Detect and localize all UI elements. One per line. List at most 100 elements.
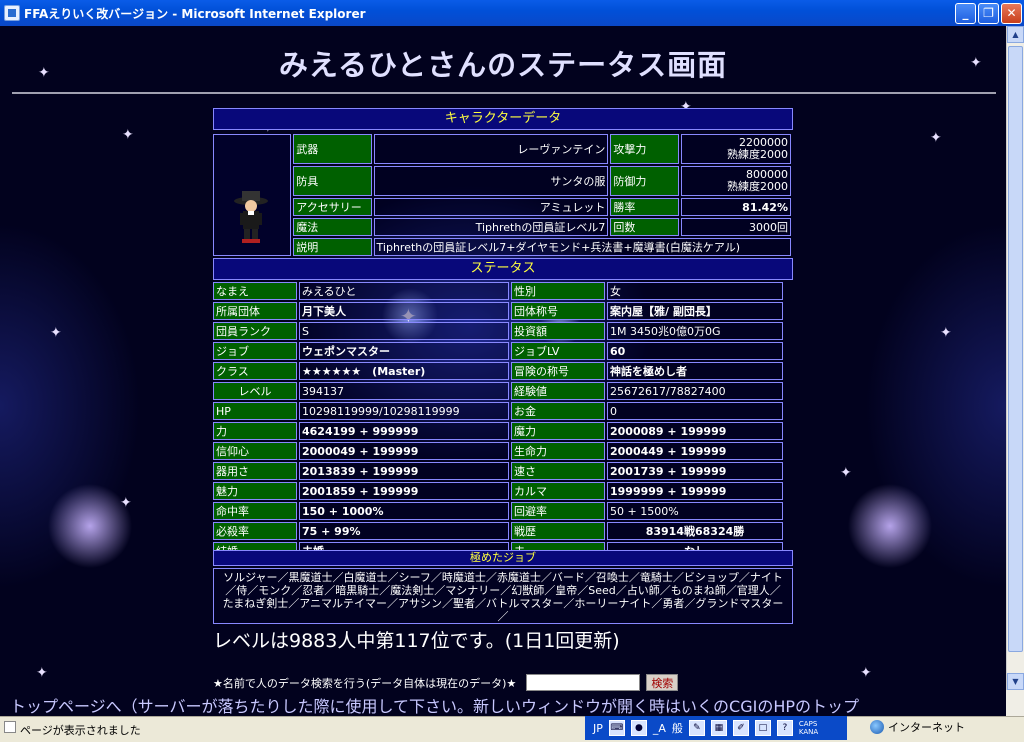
status-row: 団員ランク S 投資額 1M 3450兆0億0万0G xyxy=(213,322,783,340)
character-data-table: 武器 レーヴァンテイン 攻撃力 2200000 熟練度2000 防具 サンタの服… xyxy=(211,132,793,258)
status-label-left: 力 xyxy=(213,422,297,440)
status-label-right: 回避率 xyxy=(511,502,605,520)
status-label-left: 器用さ xyxy=(213,462,297,480)
status-label-right: 速さ xyxy=(511,462,605,480)
language-indicator[interactable]: JP xyxy=(593,722,603,735)
attack-label: 攻撃力 xyxy=(610,134,679,164)
armor-label: 防具 xyxy=(293,166,372,196)
weapon-value: レーヴァンテイン xyxy=(373,134,609,164)
page-done-icon xyxy=(4,720,16,733)
search-label: ★名前で人のデータ検索を行う(データ自体は現在のデータ)★ xyxy=(213,676,517,690)
scroll-thumb[interactable] xyxy=(1008,46,1023,652)
status-value-left: 394137 xyxy=(299,382,509,400)
avatar-cell xyxy=(213,134,292,256)
status-value-right: 1999999 + 199999 xyxy=(607,482,783,500)
status-label-right: 投資額 xyxy=(511,322,605,340)
star-decoration: ✦ xyxy=(860,665,872,681)
winrate-label: 勝率 xyxy=(610,198,679,216)
close-button[interactable]: ✕ xyxy=(1001,2,1022,24)
status-label-right: 経験値 xyxy=(511,382,605,400)
security-zone: インターネット xyxy=(870,719,965,735)
status-row: 信仰心 2000049 + 199999 生命力 2000449 + 199999 xyxy=(213,442,783,460)
count-value: 3000回 xyxy=(680,218,791,236)
status-row: クラス ★★★★★★ (Master) 冒険の称号 神話を極めし者 xyxy=(213,362,783,380)
minimize-button[interactable]: _ xyxy=(955,2,976,24)
caps-kana-indicator: CAPS KANA xyxy=(799,720,818,736)
ime-help-icon[interactable]: ? xyxy=(776,720,793,736)
ime-pad-icon[interactable]: ▦ xyxy=(710,720,727,736)
mastered-jobs-header: 極めたジョブ xyxy=(213,550,793,566)
ime-tool-icon[interactable]: ✎ xyxy=(688,720,705,736)
status-label-left: なまえ xyxy=(213,282,297,300)
keyboard-icon[interactable]: ⌨ xyxy=(608,720,625,736)
status-value-left: ウェポンマスター xyxy=(299,342,509,360)
status-value-left: 2000049 + 199999 xyxy=(299,442,509,460)
zone-label: インターネット xyxy=(888,721,965,734)
status-value-left: みえるひと xyxy=(299,282,509,300)
scroll-down-icon[interactable]: ▼ xyxy=(1007,673,1024,690)
star-decoration: ✦ xyxy=(840,465,852,481)
star-decoration: ✦ xyxy=(930,130,942,146)
status-row: 命中率 150 + 1000% 回避率 50 + 1500% xyxy=(213,502,783,520)
status-label-right: 団体称号 xyxy=(511,302,605,320)
status-value-left: 4624199 + 999999 xyxy=(299,422,509,440)
status-label-left: 所属団体 xyxy=(213,302,297,320)
ranking-text: レベルは9883人中第117位です。(1日1回更新) xyxy=(213,630,620,652)
star-decoration: ✦ xyxy=(940,325,952,341)
status-value-right: 案内屋【雅/ 副団長】 xyxy=(607,302,783,320)
character-data-header: キャラクターデータ xyxy=(213,108,793,130)
status-value-right: 2000449 + 199999 xyxy=(607,442,783,460)
armor-value: サンタの服 xyxy=(373,166,609,196)
status-value-left: S xyxy=(299,322,509,340)
page-viewport: ✦ ✦ ✦ ✦ ✦ ✦ ✦ ✦ ✦ ✦ ✦ ✦ ✦ みえるひとさんのステータス画… xyxy=(0,26,1006,716)
status-label-left: 団員ランク xyxy=(213,322,297,340)
status-value-right: 1M 3450兆0億0万0G xyxy=(607,322,783,340)
status-value-right: 0 xyxy=(607,402,783,420)
status-value-left: 2001859 + 199999 xyxy=(299,482,509,500)
status-row: なまえ みえるひと 性別女 xyxy=(213,282,783,300)
ime-window-icon[interactable]: □ xyxy=(754,720,771,736)
status-row: HP 10298119999/10298119999 お金 0 xyxy=(213,402,783,420)
status-value-left: 150 + 1000% xyxy=(299,502,509,520)
mastered-jobs-list: ソルジャー／黒魔道士／白魔道士／シーフ／時魔道士／赤魔道士／バード／召喚士／竜騎… xyxy=(213,568,793,624)
status-table: なまえ みえるひと 性別女所属団体 月下美人 団体称号 案内屋【雅/ 副団長】 団員ランク S… xyxy=(211,280,785,562)
status-label-left: 信仰心 xyxy=(213,442,297,460)
status-label-right: 戦歴 xyxy=(511,522,605,540)
kana-label: KANA xyxy=(798,728,819,736)
ime-mode-indicator[interactable]: _A xyxy=(653,722,666,735)
status-label-left: 必殺率 xyxy=(213,522,297,540)
accessory-value: アミュレット xyxy=(373,198,609,216)
star-decoration: ✦ xyxy=(122,127,134,143)
weapon-label: 武器 xyxy=(293,134,372,164)
status-label-left: HP xyxy=(213,402,297,420)
status-value-right: 25672617/78827400 xyxy=(607,382,783,400)
star-decoration: ✦ xyxy=(36,665,48,681)
defense-mastery: 熟練度2000 xyxy=(727,180,788,193)
ie-app-icon xyxy=(4,5,20,21)
defense-label: 防御力 xyxy=(610,166,679,196)
maximize-button[interactable]: ❐ xyxy=(978,2,999,24)
status-value-right: 神話を極めし者 xyxy=(607,362,783,380)
ime-mode-icon[interactable]: ● xyxy=(630,720,647,736)
caps-label: CAPS xyxy=(798,720,818,728)
search-row: ★名前で人のデータ検索を行う(データ自体は現在のデータ)★ 検索 xyxy=(213,674,679,691)
description-label: 説明 xyxy=(293,238,372,256)
status-value-right: 83914戦68324勝 xyxy=(607,522,783,540)
ime-settings-icon[interactable]: ✐ xyxy=(732,720,749,736)
scroll-up-icon[interactable]: ▲ xyxy=(1007,26,1024,43)
top-page-link[interactable]: トップページへ（サーバーが落ちたりした際に使用して下さい。新しいウィンドウが開く… xyxy=(10,693,859,716)
status-row: 魅力 2001859 + 199999 カルマ 1999999 + 199999 xyxy=(213,482,783,500)
character-sprite-icon xyxy=(234,191,268,243)
status-value-left: ★★★★★★ (Master) xyxy=(299,362,509,380)
window-titlebar: FFAえりいく改バージョン - Microsoft Internet Explo… xyxy=(0,0,1024,26)
search-button[interactable]: 検索 xyxy=(646,674,679,691)
status-row: レベル 394137 経験値 25672617/78827400 xyxy=(213,382,783,400)
status-label-left: 命中率 xyxy=(213,502,297,520)
status-value-left: 2013839 + 199999 xyxy=(299,462,509,480)
vertical-scrollbar[interactable]: ▲ ▼ xyxy=(1006,26,1024,690)
status-label-right: 性別 xyxy=(511,282,605,300)
status-label-right: 生命力 xyxy=(511,442,605,460)
page-title: みえるひとさんのステータス画面 xyxy=(278,48,728,82)
ime-input-mode[interactable]: 般 xyxy=(672,720,683,736)
search-input[interactable] xyxy=(526,674,641,691)
